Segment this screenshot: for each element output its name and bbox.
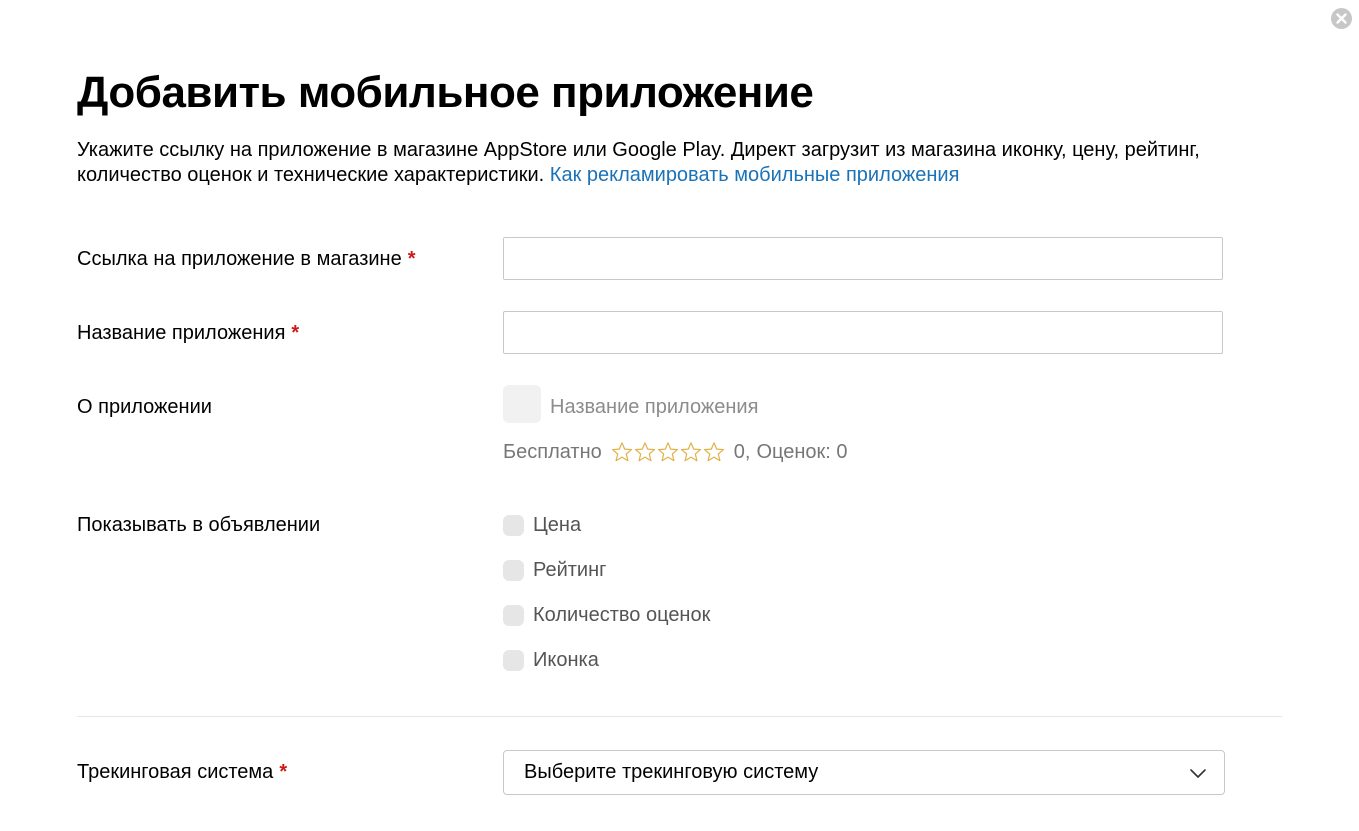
- about-label: О приложении: [77, 396, 212, 418]
- description: Укажите ссылку на приложение в магазине …: [77, 138, 1297, 188]
- rating-value: 0,: [733, 441, 751, 463]
- option-label: Иконка: [533, 649, 599, 671]
- option-icon[interactable]: Иконка: [503, 648, 599, 672]
- rating-checkbox[interactable]: [503, 559, 524, 581]
- show-in-ad-label: Показывать в объявлении: [77, 514, 321, 536]
- app-name-preview: Название приложения: [550, 396, 759, 418]
- tracking-system-select[interactable]: Выберите трекинговую систему: [503, 750, 1225, 795]
- option-rating[interactable]: Рейтинг: [503, 558, 606, 582]
- chevron-down-icon: [1190, 769, 1206, 778]
- required-mark: *: [407, 248, 416, 270]
- tracking-label-text: Трекинговая система: [77, 761, 274, 783]
- app-icon-placeholder: [503, 385, 541, 423]
- app-name-label: Название приложения *: [77, 321, 299, 345]
- option-label: Количество оценок: [533, 604, 711, 626]
- app-name-label-text: Название приложения: [77, 322, 286, 344]
- ratings-count-checkbox[interactable]: [503, 604, 524, 626]
- store-link-label-text: Ссылка на приложение в магазине: [77, 248, 402, 270]
- required-mark: *: [291, 322, 300, 344]
- add-mobile-app-dialog: Добавить мобильное приложение Укажите сс…: [0, 0, 1359, 831]
- option-label: Рейтинг: [533, 559, 607, 581]
- star-icon: [634, 442, 655, 462]
- star-icon: [680, 442, 701, 462]
- ratings-count: Оценок: 0: [756, 441, 848, 463]
- star-icon: [657, 442, 678, 462]
- option-ratings-count[interactable]: Количество оценок: [503, 603, 710, 627]
- close-icon[interactable]: [1331, 8, 1352, 29]
- store-link-label: Ссылка на приложение в магазине *: [77, 247, 416, 271]
- help-link[interactable]: Как рекламировать мобильные приложения: [550, 164, 960, 186]
- price-checkbox[interactable]: [503, 514, 524, 536]
- price-text: Бесплатно: [503, 441, 602, 463]
- star-icon: [611, 442, 632, 462]
- tracking-label: Трекинговая система *: [77, 760, 287, 784]
- app-name-input[interactable]: [503, 311, 1223, 354]
- divider: [77, 716, 1282, 717]
- store-link-input[interactable]: [503, 237, 1223, 280]
- page-title: Добавить мобильное приложение: [77, 68, 814, 117]
- rating-stars: [611, 441, 726, 463]
- star-icon: [703, 442, 724, 462]
- app-meta-line: Бесплатно 0, Оценок: 0: [503, 440, 848, 464]
- tracking-select-value: Выберите трекинговую систему: [524, 761, 819, 783]
- icon-checkbox[interactable]: [503, 649, 524, 671]
- option-price[interactable]: Цена: [503, 513, 581, 537]
- option-label: Цена: [533, 514, 582, 536]
- required-mark: *: [279, 761, 288, 783]
